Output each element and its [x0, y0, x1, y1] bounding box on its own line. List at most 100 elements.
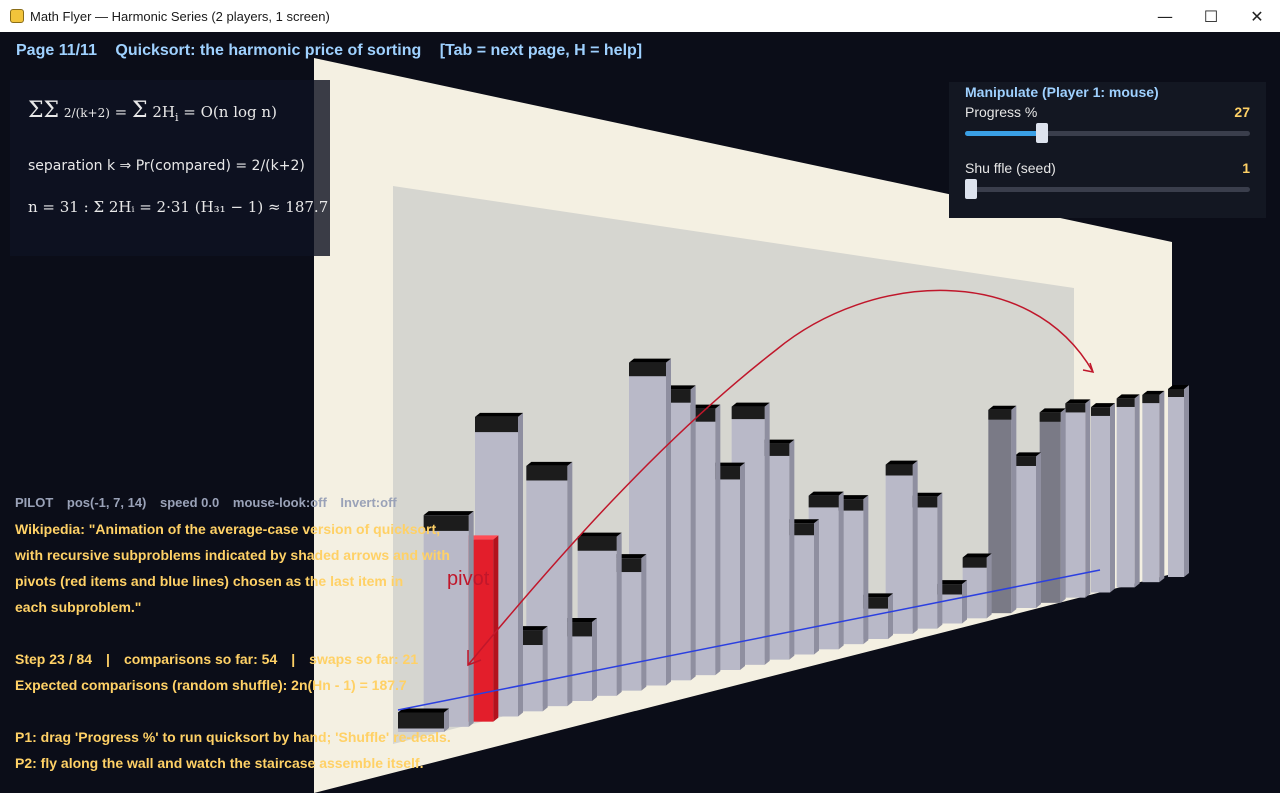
- stats-line: Step 23 / 84 | comparisons so far: 54 | swap…: [15, 651, 418, 667]
- step-counter: Step 23 / 84: [15, 651, 93, 667]
- page-number: Page 11/11: [16, 42, 97, 59]
- formula-panel: ΣΣ 2/(k+2) = Σ 2Hi = O(n log n) separati…: [10, 80, 330, 256]
- bar-side: [789, 439, 795, 660]
- bar-side: [715, 404, 721, 676]
- bar-cap: [577, 536, 617, 551]
- bar-side: [1060, 408, 1066, 603]
- bar-face: [1039, 412, 1061, 603]
- instruction-p1: P1: drag 'Progress %' to run quicksort b…: [15, 729, 451, 745]
- shuffle-value: 1: [1242, 160, 1250, 176]
- bar-side: [567, 461, 573, 707]
- page-hint: [Tab = next page, H = help]: [439, 42, 643, 59]
- bar-side: [888, 593, 893, 639]
- bar-face: [1091, 407, 1110, 593]
- window-titlebar: Math Flyer — Harmonic Series (2 players,…: [0, 0, 1280, 33]
- bar-cap: [731, 406, 765, 420]
- progress-fill: [965, 131, 1042, 136]
- bar-side: [1134, 394, 1140, 588]
- bar-top: [885, 460, 918, 465]
- bar-top: [526, 461, 573, 466]
- bar-cap: [629, 362, 666, 377]
- swaps-count: swaps so far: 21: [309, 651, 419, 667]
- bar-cap: [988, 409, 1012, 420]
- bar-face: [1065, 403, 1086, 598]
- game-viewport[interactable]: pivot Page 11/11 Quicksort: the harmonic…: [0, 32, 1280, 793]
- formula-n31: n = 31 : Σ 2Hᵢ = 2·31 (H₃₁ − 1) ≈ 187.7: [28, 198, 329, 216]
- wiki-line-1: Wikipedia: "Animation of the average-cas…: [15, 521, 441, 537]
- bar-face: [988, 409, 1012, 614]
- array-bar: [1116, 394, 1140, 588]
- array-bar: [1142, 390, 1165, 583]
- progress-slider[interactable]: [965, 123, 1250, 143]
- pilot-status: PILOT pos(-1, 7, 14) speed 0.0 mouse-loo…: [15, 495, 407, 510]
- bar-top: [577, 532, 622, 537]
- bar-cap: [808, 495, 839, 508]
- bar-side: [962, 580, 967, 624]
- pilot-invert: Invert:off: [340, 495, 397, 510]
- bar-cap: [962, 557, 987, 568]
- shuffle-thumb[interactable]: [965, 179, 977, 199]
- bar-top: [962, 553, 992, 558]
- window-title: Math Flyer — Harmonic Series (2 players,…: [30, 8, 330, 24]
- page-title: Quicksort: the harmonic price of sorting: [115, 42, 422, 59]
- bar-top: [475, 412, 523, 417]
- bar-cap: [1014, 456, 1036, 466]
- bar-top: [808, 491, 844, 496]
- array-bar: [423, 511, 474, 727]
- maximize-button[interactable]: ☐: [1188, 0, 1234, 32]
- progress-thumb[interactable]: [1035, 123, 1048, 143]
- wiki-line-2: with recursive subproblems indicated by …: [15, 547, 450, 563]
- bar-cap: [1116, 398, 1135, 407]
- formula-probability: separation k ⇒ Pr(compared) = 2/(k+2): [28, 158, 305, 174]
- array-bar: [1091, 403, 1115, 593]
- instruction-p2: P2: fly along the wall and watch the sta…: [15, 755, 424, 771]
- bar-cap: [1065, 403, 1086, 413]
- bar-side: [1036, 452, 1041, 608]
- bar-side: [666, 358, 671, 686]
- bar-cap: [398, 712, 444, 729]
- bar-face: [1142, 394, 1160, 583]
- bar-side: [1159, 390, 1165, 583]
- bar-cap: [885, 464, 913, 476]
- bar-side: [863, 495, 869, 645]
- array-bar: [1039, 408, 1066, 603]
- page-header: Page 11/11 Quicksort: the harmonic price…: [16, 42, 656, 60]
- bar-cap: [1142, 394, 1160, 404]
- formula-sum-identity: ΣΣ 2/(k+2) = Σ 2Hi = O(n log n): [28, 98, 277, 124]
- bar-cap: [526, 465, 568, 481]
- bar-side: [838, 491, 844, 650]
- bar-side: [1011, 405, 1017, 614]
- close-button[interactable]: ✕: [1234, 0, 1280, 32]
- bar-top: [629, 358, 671, 363]
- bar-side: [814, 519, 819, 655]
- bar-top: [423, 511, 474, 516]
- pivot-label: pivot: [447, 568, 490, 590]
- panel-edge: [314, 80, 330, 256]
- bar-side: [690, 385, 696, 681]
- bar-side: [764, 402, 770, 665]
- bar-side: [542, 626, 548, 712]
- progress-value: 27: [1234, 104, 1250, 120]
- wiki-line-4: each subproblem.": [15, 599, 142, 615]
- stats-separator: |: [106, 651, 110, 667]
- progress-label: Progress %: [965, 104, 1038, 120]
- bar-side: [592, 618, 597, 701]
- array-bar: [1065, 399, 1091, 598]
- manipulate-title: Manipulate (Player 1: mouse): [965, 84, 1159, 100]
- bar-face: [1168, 389, 1184, 577]
- bar-side: [518, 412, 523, 717]
- shuffle-slider[interactable]: [965, 179, 1250, 199]
- pilot-pos: pos(-1, 7, 14): [66, 495, 147, 510]
- bar-cap: [1039, 412, 1061, 422]
- shuffle-label: Shu ffle (seed): [965, 160, 1056, 176]
- minimize-button[interactable]: —: [1142, 0, 1188, 32]
- bar-side: [1184, 385, 1189, 577]
- bar-side: [616, 532, 622, 696]
- bar-cap: [475, 416, 518, 433]
- comparisons-count: comparisons so far: 54: [123, 651, 278, 667]
- bar-cap: [1091, 407, 1110, 416]
- manipulate-panel: Manipulate (Player 1: mouse) Progress % …: [949, 82, 1266, 218]
- array-bar: [988, 405, 1017, 614]
- bar-face: [1116, 398, 1135, 588]
- pilot-speed: speed 0.0: [160, 495, 220, 510]
